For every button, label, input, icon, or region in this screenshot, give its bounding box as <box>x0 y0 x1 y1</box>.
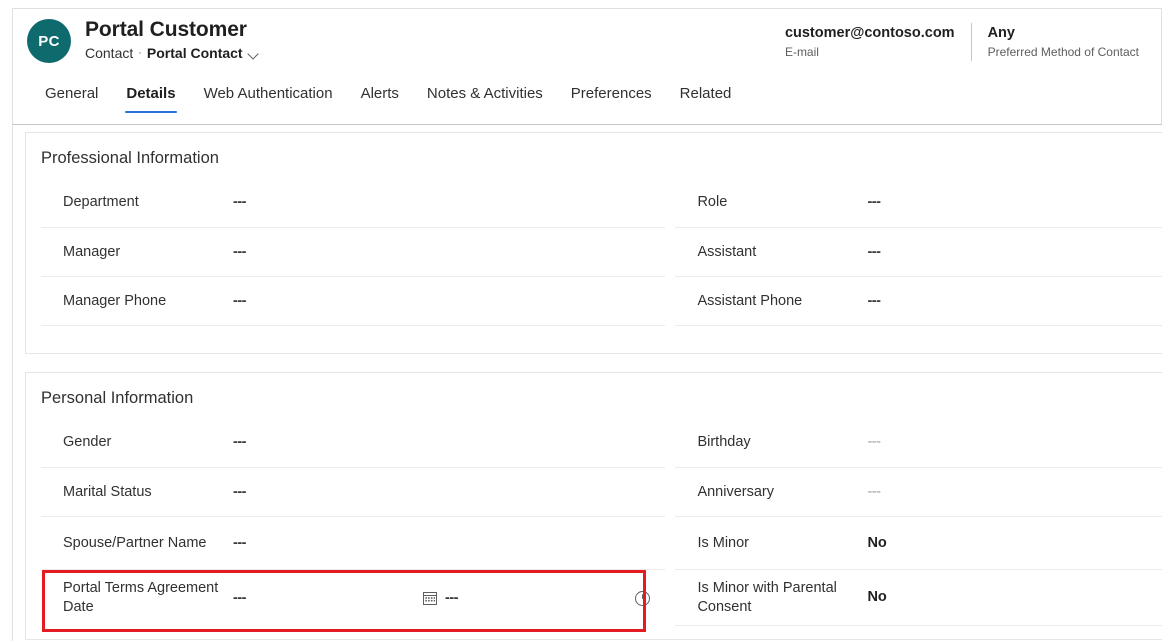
field-row-assistant[interactable]: Assistant --- <box>675 228 1162 277</box>
field-row-department[interactable]: Department --- <box>41 178 665 228</box>
section-professional-information: Professional Information Department --- … <box>25 132 1162 354</box>
field-label-spouse-partner-name: Spouse/Partner Name <box>63 534 233 553</box>
clock-icon[interactable] <box>633 589 651 607</box>
avatar-initials: PC <box>38 33 59 50</box>
portal-terms-time-input[interactable]: --- <box>445 590 657 606</box>
section-personal-information: Personal Information Gender --- Marital … <box>25 372 1162 640</box>
tab-preferences[interactable]: Preferences <box>557 81 666 115</box>
form-body: Professional Information Department --- … <box>12 126 1162 641</box>
field-label-is-minor-with-parental-consent: Is Minor with Parental Consent <box>697 579 867 617</box>
field-value-manager[interactable]: --- <box>233 243 665 262</box>
field-label-gender: Gender <box>63 433 233 452</box>
tab-web-authentication[interactable]: Web Authentication <box>190 81 347 115</box>
field-value-assistant[interactable]: --- <box>867 243 1162 262</box>
record-subtitle: Contact · Portal Contact <box>85 44 260 63</box>
field-row-assistant-phone[interactable]: Assistant Phone --- <box>675 277 1162 326</box>
field-value-birthday[interactable]: --- <box>867 433 1162 452</box>
field-row-birthday[interactable]: Birthday --- <box>675 418 1162 468</box>
field-label-manager-phone: Manager Phone <box>63 292 233 311</box>
field-label-role: Role <box>697 193 867 212</box>
tab-details[interactable]: Details <box>112 81 189 115</box>
tab-alerts[interactable]: Alerts <box>347 81 413 115</box>
contact-details-page: PC Portal Customer Contact · Portal Cont… <box>0 0 1174 643</box>
tab-preferences-label: Preferences <box>571 85 652 102</box>
field-row-manager-phone[interactable]: Manager Phone --- <box>41 277 665 326</box>
form-name-label: Portal Contact <box>147 44 243 63</box>
header-fact-preferred-contact-label: Preferred Method of Contact <box>988 44 1139 61</box>
field-row-is-minor-with-parental-consent[interactable]: Is Minor with Parental Consent No <box>675 570 1162 626</box>
tab-general[interactable]: General <box>31 81 112 115</box>
header-fact-email-value: customer@contoso.com <box>785 23 955 43</box>
field-row-portal-terms-agreement-date[interactable]: Portal Terms Agreement Date --- <box>41 570 665 626</box>
chevron-down-icon[interactable] <box>248 49 260 61</box>
field-value-anniversary[interactable]: --- <box>867 483 1162 502</box>
header-fact-preferred-contact[interactable]: Any Preferred Method of Contact <box>971 23 1155 61</box>
field-value-marital-status[interactable]: --- <box>233 483 665 502</box>
professional-left-column: Department --- Manager --- Manager Phone… <box>26 178 665 326</box>
field-row-manager[interactable]: Manager --- <box>41 228 665 277</box>
header-fact-preferred-contact-value: Any <box>988 23 1139 43</box>
header-fact-email-label: E-mail <box>785 44 955 61</box>
portal-terms-date-input[interactable]: --- <box>233 590 445 606</box>
field-row-marital-status[interactable]: Marital Status --- <box>41 468 665 517</box>
tab-notes-activities[interactable]: Notes & Activities <box>413 81 557 115</box>
field-label-birthday: Birthday <box>697 433 867 452</box>
header-quick-facts: customer@contoso.com E-mail Any Preferre… <box>769 23 1155 61</box>
record-header-top: PC Portal Customer Contact · Portal Cont… <box>13 9 1161 75</box>
record-title-block: Portal Customer Contact · Portal Contact <box>85 17 260 63</box>
personal-right-column: Birthday --- Anniversary --- Is Minor No… <box>665 418 1162 626</box>
field-value-is-minor-with-parental-consent[interactable]: No <box>867 588 1162 607</box>
field-row-role[interactable]: Role --- <box>675 178 1162 228</box>
field-label-department: Department <box>63 193 233 212</box>
section-professional-information-title: Professional Information <box>41 147 219 169</box>
professional-columns: Department --- Manager --- Manager Phone… <box>26 178 1162 326</box>
personal-left-column: Gender --- Marital Status --- Spouse/Par… <box>26 418 665 626</box>
field-row-spouse-partner-name[interactable]: Spouse/Partner Name --- <box>41 517 665 570</box>
avatar: PC <box>27 19 71 63</box>
header-divider <box>12 124 1162 125</box>
tab-details-label: Details <box>126 85 175 102</box>
tab-related-label: Related <box>680 85 732 102</box>
field-label-marital-status: Marital Status <box>63 483 233 502</box>
field-row-gender[interactable]: Gender --- <box>41 418 665 468</box>
field-value-gender[interactable]: --- <box>233 433 665 452</box>
field-label-assistant-phone: Assistant Phone <box>697 292 867 311</box>
field-label-assistant: Assistant <box>697 243 867 262</box>
portal-terms-time-value: --- <box>445 590 458 606</box>
section-personal-information-title: Personal Information <box>41 387 193 409</box>
field-value-department[interactable]: --- <box>233 193 665 212</box>
field-value-portal-terms-agreement-date: --- <box>233 590 665 606</box>
field-row-is-minor[interactable]: Is Minor No <box>675 517 1162 570</box>
tab-notes-activities-label: Notes & Activities <box>427 85 543 102</box>
entity-type-label: Contact <box>85 44 133 63</box>
field-label-is-minor: Is Minor <box>697 534 867 553</box>
record-header: PC Portal Customer Contact · Portal Cont… <box>12 8 1162 125</box>
professional-right-column: Role --- Assistant --- Assistant Phone -… <box>665 178 1162 326</box>
tab-web-authentication-label: Web Authentication <box>204 85 333 102</box>
field-label-portal-terms-agreement-date: Portal Terms Agreement Date <box>63 579 233 617</box>
field-value-role[interactable]: --- <box>867 193 1162 212</box>
calendar-icon[interactable] <box>421 589 439 607</box>
field-label-anniversary: Anniversary <box>697 483 867 502</box>
portal-terms-date-value: --- <box>233 590 246 606</box>
field-value-spouse-partner-name[interactable]: --- <box>233 534 665 553</box>
page-title: Portal Customer <box>85 17 260 43</box>
tab-alerts-label: Alerts <box>361 85 399 102</box>
field-label-manager: Manager <box>63 243 233 262</box>
personal-columns: Gender --- Marital Status --- Spouse/Par… <box>26 418 1162 626</box>
tab-related[interactable]: Related <box>666 81 746 115</box>
subtitle-separator: · <box>138 44 142 63</box>
field-value-assistant-phone[interactable]: --- <box>867 292 1162 311</box>
tab-general-label: General <box>45 85 98 102</box>
header-fact-email[interactable]: customer@contoso.com E-mail <box>769 23 971 61</box>
field-row-anniversary[interactable]: Anniversary --- <box>675 468 1162 517</box>
field-value-manager-phone[interactable]: --- <box>233 292 665 311</box>
form-tab-strip: General Details Web Authentication Alert… <box>13 81 745 125</box>
field-value-is-minor[interactable]: No <box>867 534 1162 553</box>
